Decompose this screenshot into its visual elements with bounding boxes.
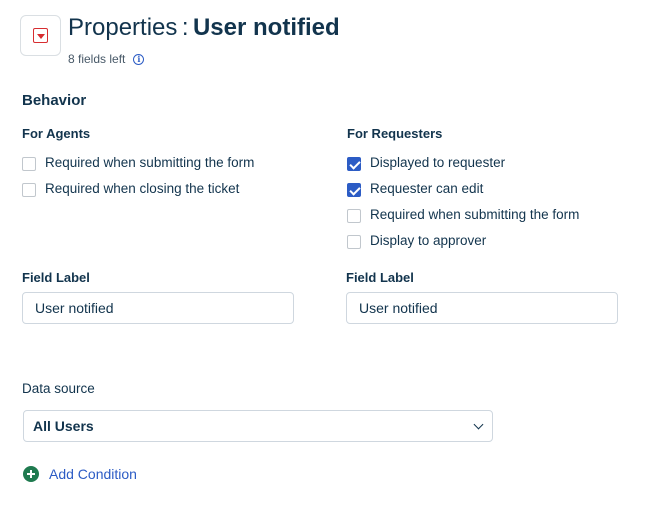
add-condition-label: Add Condition [49, 466, 137, 482]
requesters-can-edit-checkbox[interactable] [347, 183, 361, 197]
checkbox-label: Required when submitting the form [45, 154, 255, 170]
requesters-heading: For Requesters [347, 126, 443, 141]
requesters-display-approver-option[interactable]: Display to approver [347, 227, 579, 253]
fields-left-count: 8 fields left [68, 52, 126, 66]
agents-required-submit-checkbox[interactable] [22, 157, 36, 171]
add-condition-button[interactable]: Add Condition [23, 466, 137, 482]
requesters-displayed-option[interactable]: Displayed to requester [347, 149, 579, 175]
title-separator: : [181, 14, 189, 41]
checkbox-label: Required when submitting the form [370, 206, 580, 222]
title-prefix: Properties [68, 14, 178, 41]
agents-required-close-option[interactable]: Required when closing the ticket [22, 175, 254, 201]
fields-left-row: 8 fields left i [68, 52, 145, 66]
data-source-selected-value: All Users [33, 418, 94, 434]
requesters-required-submit-checkbox[interactable] [347, 209, 361, 223]
behavior-section-title: Behavior [22, 92, 87, 109]
requesters-required-submit-option[interactable]: Required when submitting the form [347, 201, 579, 227]
data-source-label: Data source [22, 381, 95, 396]
requester-field-label-heading: Field Label [346, 270, 414, 285]
field-type-icon-box [20, 15, 61, 56]
chevron-down-icon [473, 419, 484, 429]
page-title: Properties : User notified [68, 14, 340, 42]
requesters-can-edit-option[interactable]: Requester can edit [347, 175, 579, 201]
agents-required-close-checkbox[interactable] [22, 183, 36, 197]
requesters-options: For Requesters Displayed to requester Re… [347, 126, 579, 253]
checkbox-label: Displayed to requester [370, 154, 506, 170]
requesters-display-approver-checkbox[interactable] [347, 235, 361, 249]
data-source-select[interactable]: All Users [23, 410, 493, 442]
agent-field-label-input[interactable] [22, 292, 294, 324]
agents-required-submit-option[interactable]: Required when submitting the form [22, 149, 254, 175]
checkbox-label: Requester can edit [370, 180, 484, 196]
checkbox-label: Display to approver [370, 232, 487, 248]
title-field-name: User notified [192, 14, 340, 41]
agents-heading: For Agents [22, 126, 91, 141]
agent-field-label-heading: Field Label [22, 270, 90, 285]
agents-options: For Agents Required when submitting the … [22, 126, 254, 201]
info-icon[interactable]: i [133, 53, 145, 65]
requester-field-label-input[interactable] [346, 292, 618, 324]
checkbox-label: Required when closing the ticket [45, 180, 240, 196]
plus-circle-icon [23, 466, 39, 482]
requesters-displayed-checkbox[interactable] [347, 157, 361, 171]
dropdown-field-icon [33, 28, 48, 43]
